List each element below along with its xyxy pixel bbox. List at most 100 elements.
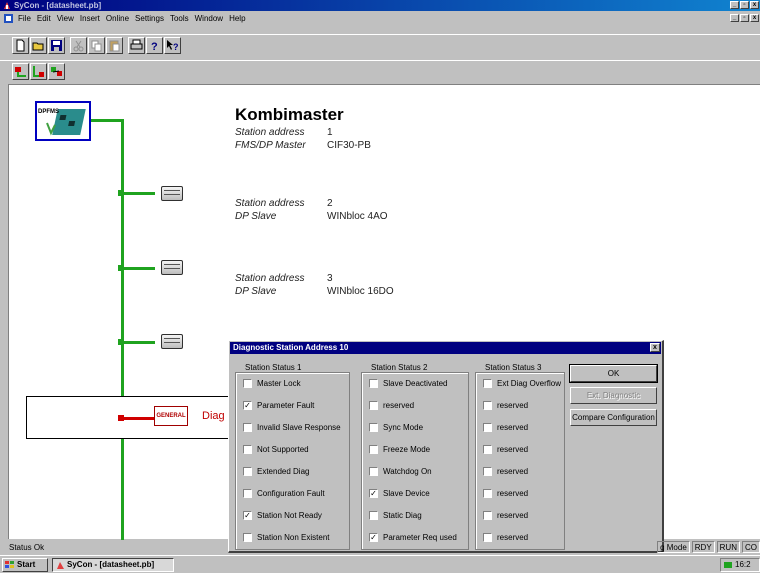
status3-reserved-checkbox[interactable] bbox=[483, 489, 492, 498]
slave4-device-icon[interactable] bbox=[161, 334, 183, 349]
sycon-task-button[interactable]: SyCon - [datasheet.pb] bbox=[52, 558, 174, 572]
status3-ext-diag-overflow-checkbox[interactable] bbox=[483, 379, 492, 388]
system-tray: 16:2 bbox=[720, 558, 760, 572]
insert-slave-button[interactable] bbox=[30, 63, 47, 80]
paste-button[interactable] bbox=[106, 37, 123, 54]
document-icon[interactable] bbox=[4, 14, 13, 23]
config-button[interactable] bbox=[48, 63, 65, 80]
slave2-address-label: Station address bbox=[235, 198, 305, 209]
sycon-app-icon[interactable] bbox=[3, 1, 11, 10]
task-label: SyCon - [datasheet.pb] bbox=[67, 560, 155, 569]
status-run-cell: RUN bbox=[716, 541, 740, 553]
cut-button[interactable] bbox=[70, 37, 87, 54]
window-title: SyCon - [datasheet.pb] bbox=[14, 1, 102, 10]
print-button[interactable] bbox=[128, 37, 145, 54]
minimize-button[interactable]: _ bbox=[730, 1, 739, 9]
slave3-address-label: Station address bbox=[235, 273, 305, 284]
ok-button[interactable]: OK bbox=[569, 364, 658, 383]
menu-tools[interactable]: Tools bbox=[170, 14, 189, 23]
status3-reserved-row[interactable]: reserved bbox=[483, 489, 528, 498]
save-button[interactable] bbox=[48, 37, 65, 54]
master-station-icon[interactable]: DPFMS bbox=[35, 101, 91, 141]
status3-reserved-row[interactable]: reserved bbox=[483, 445, 528, 454]
general-station-icon[interactable]: GENERAL bbox=[154, 406, 188, 426]
status3-reserved-checkbox[interactable] bbox=[483, 445, 492, 454]
status3-reserved-checkbox[interactable] bbox=[483, 511, 492, 520]
status2-freeze-mode-row[interactable]: Freeze Mode bbox=[369, 445, 430, 454]
status2-slave-device-row[interactable]: ✓ Slave Device bbox=[369, 489, 430, 498]
status2-static-diag-row[interactable]: Static Diag bbox=[369, 511, 422, 520]
menu-help[interactable]: Help bbox=[229, 14, 245, 23]
menu-online[interactable]: Online bbox=[106, 14, 129, 23]
menu-view[interactable]: View bbox=[57, 14, 74, 23]
status1-extended-diag-row[interactable]: Extended Diag bbox=[243, 467, 309, 476]
new-file-button[interactable] bbox=[12, 37, 29, 54]
title-bar: SyCon - [datasheet.pb] _ ▫ x bbox=[0, 0, 760, 11]
context-help-button[interactable]: ? bbox=[164, 37, 181, 54]
menu-settings[interactable]: Settings bbox=[135, 14, 164, 23]
status1-parameter-fault-checkbox[interactable]: ✓ bbox=[243, 401, 252, 410]
status3-ext-diag-overflow-row[interactable]: Ext Diag Overflow bbox=[483, 379, 561, 388]
dialog-close-button[interactable]: x bbox=[650, 343, 660, 352]
status2-sync-mode-row[interactable]: Sync Mode bbox=[369, 423, 423, 432]
status2-reserved-checkbox[interactable] bbox=[369, 401, 378, 410]
status1-not-supported-row[interactable]: Not Supported bbox=[243, 445, 309, 454]
station-status-2-title: Station Status 2 bbox=[369, 363, 430, 372]
slave2-bus-node bbox=[118, 190, 124, 196]
status2-freeze-mode-label: Freeze Mode bbox=[383, 445, 431, 454]
status1-configuration-fault-row[interactable]: Configuration Fault bbox=[243, 489, 325, 498]
status1-invalid-slave-response-checkbox[interactable] bbox=[243, 423, 252, 432]
status-co-cell: CO bbox=[742, 541, 760, 553]
slave2-device-icon[interactable] bbox=[161, 186, 183, 201]
copy-button[interactable] bbox=[88, 37, 105, 54]
status1-invalid-slave-response-row[interactable]: Invalid Slave Response bbox=[243, 423, 341, 432]
compare-configuration-button[interactable]: Compare Configuration bbox=[570, 409, 657, 426]
status2-slave-device-checkbox[interactable]: ✓ bbox=[369, 489, 378, 498]
status3-reserved-row[interactable]: reserved bbox=[483, 511, 528, 520]
menu-file[interactable]: File bbox=[18, 14, 31, 23]
status1-extended-diag-checkbox[interactable] bbox=[243, 467, 252, 476]
status3-reserved-row[interactable]: reserved bbox=[483, 401, 528, 410]
ext-diagnostic-button[interactable]: Ext. Diagnostic bbox=[570, 387, 657, 404]
menu-window[interactable]: Window bbox=[195, 14, 223, 23]
open-button[interactable] bbox=[30, 37, 47, 54]
status2-sync-mode-checkbox[interactable] bbox=[369, 423, 378, 432]
doc-restore-button[interactable]: ▫ bbox=[740, 14, 749, 22]
status3-reserved-checkbox[interactable] bbox=[483, 467, 492, 476]
status2-slave-deactivated-row[interactable]: Slave Deactivated bbox=[369, 379, 447, 388]
status1-not-supported-checkbox[interactable] bbox=[243, 445, 252, 454]
status1-master-lock-checkbox[interactable] bbox=[243, 379, 252, 388]
status1-master-lock-row[interactable]: Master Lock bbox=[243, 379, 301, 388]
slave2-type-label: DP Slave bbox=[235, 211, 277, 222]
status2-static-diag-checkbox[interactable] bbox=[369, 511, 378, 520]
network-tray-icon[interactable] bbox=[724, 562, 732, 568]
status3-reserved-row[interactable]: reserved bbox=[483, 423, 528, 432]
status1-station-not-ready-row[interactable]: ✓ Station Not Ready bbox=[243, 511, 322, 520]
status2-slave-deactivated-checkbox[interactable] bbox=[369, 379, 378, 388]
status2-freeze-mode-checkbox[interactable] bbox=[369, 445, 378, 454]
menu-insert[interactable]: Insert bbox=[80, 14, 100, 23]
status3-reserved-checkbox[interactable] bbox=[483, 401, 492, 410]
status3-reserved-row[interactable]: reserved bbox=[483, 467, 528, 476]
status3-reserved-label: reserved bbox=[497, 423, 529, 432]
insert-master-button[interactable] bbox=[12, 63, 29, 80]
slave3-device-icon[interactable] bbox=[161, 260, 183, 275]
status1-station-not-ready-checkbox[interactable]: ✓ bbox=[243, 511, 252, 520]
dialog-title-bar: Diagnostic Station Address 10 bbox=[230, 342, 661, 354]
help-button[interactable]: ? bbox=[146, 37, 163, 54]
status1-parameter-fault-row[interactable]: ✓ Parameter Fault bbox=[243, 401, 314, 410]
maximize-button[interactable]: ▫ bbox=[740, 1, 749, 9]
doc-minimize-button[interactable]: _ bbox=[730, 14, 739, 22]
status-bar: Status Ok g Mode RDY RUN CO bbox=[0, 540, 760, 554]
status2-reserved-row[interactable]: reserved bbox=[369, 401, 414, 410]
status1-configuration-fault-checkbox[interactable] bbox=[243, 489, 252, 498]
menu-edit[interactable]: Edit bbox=[37, 14, 51, 23]
doc-close-button[interactable]: x bbox=[750, 14, 759, 22]
status3-reserved-checkbox[interactable] bbox=[483, 423, 492, 432]
start-button[interactable]: Start bbox=[2, 558, 48, 572]
close-button[interactable]: x bbox=[750, 1, 759, 9]
status2-watchdog-on-checkbox[interactable] bbox=[369, 467, 378, 476]
status2-reserved-label: reserved bbox=[383, 401, 415, 410]
general-bus-node bbox=[118, 415, 124, 421]
status2-watchdog-on-row[interactable]: Watchdog On bbox=[369, 467, 432, 476]
